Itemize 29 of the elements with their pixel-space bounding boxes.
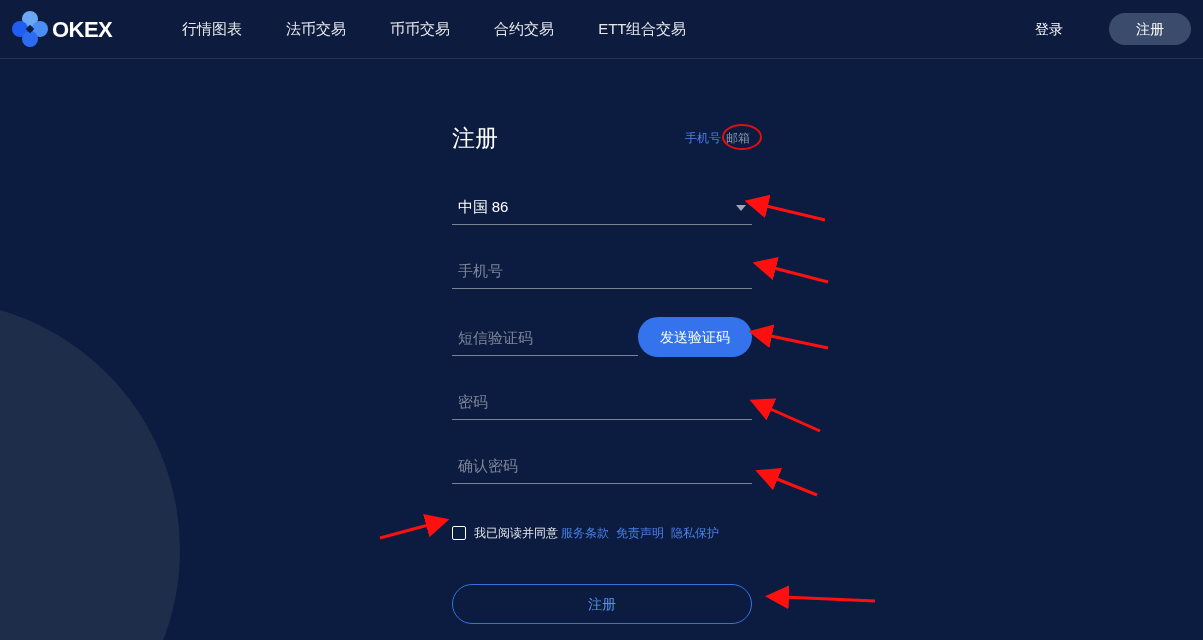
nav-link[interactable]: 行情图表	[182, 17, 243, 41]
annotation-circle	[722, 124, 762, 150]
input-field[interactable]: 手机号	[451, 253, 752, 289]
nav-link[interactable]: 合约交易	[494, 17, 555, 41]
country-select[interactable]: 中国 86	[451, 191, 752, 225]
send-code-button[interactable]: 发送验证码	[637, 317, 752, 357]
register-button[interactable]: 注册	[1109, 13, 1191, 45]
logo-icon	[12, 11, 48, 47]
tab[interactable]: 手机号	[684, 129, 721, 147]
nav-link[interactable]: 币币交易	[390, 17, 451, 41]
dropdown-caret-icon	[735, 204, 746, 211]
code-input-field[interactable]: 短信验证码	[451, 320, 638, 356]
login-link[interactable]: 登录	[1035, 18, 1063, 40]
brand-name: OKEX	[52, 15, 113, 44]
input-field[interactable]: 确认密码	[451, 448, 752, 484]
annotation-arrow	[755, 468, 818, 497]
nav-link[interactable]: ETT组合交易	[598, 17, 687, 41]
annotation-arrow	[379, 513, 450, 540]
tab[interactable]: 邮箱	[725, 129, 750, 147]
agreement-link[interactable]: 免责声明	[615, 524, 664, 542]
agreement-text: 我已阅读并同意	[473, 525, 558, 542]
country-value: 中国 86	[457, 197, 509, 218]
input-field[interactable]: 密码	[451, 384, 752, 420]
annotation-arrow	[749, 398, 821, 433]
agreement-link[interactable]: 服务条款	[560, 524, 609, 542]
nav-link[interactable]: 法币交易	[286, 17, 347, 41]
form-title: 注册	[451, 123, 498, 153]
checkbox[interactable]	[451, 526, 466, 540]
agreement-link[interactable]: 隐私保护	[670, 524, 719, 542]
